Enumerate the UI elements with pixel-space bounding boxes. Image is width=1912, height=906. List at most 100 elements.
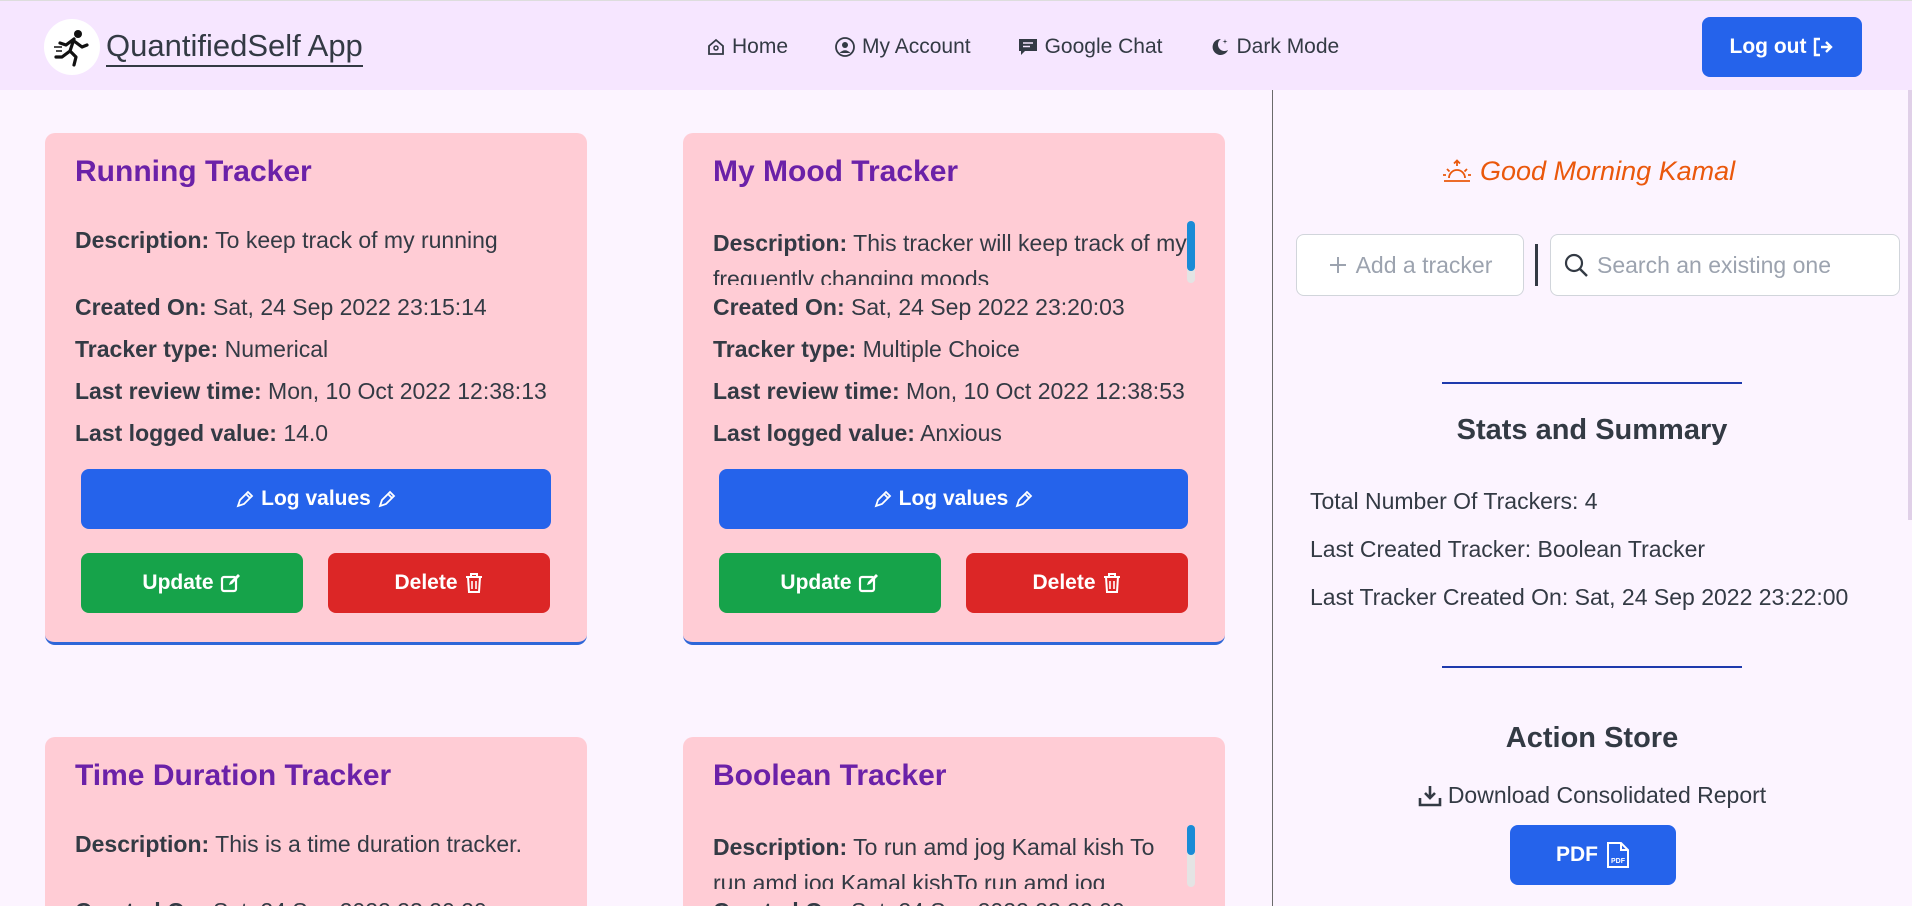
description-label: Description:	[75, 227, 210, 253]
logged-label: Last logged value:	[713, 420, 915, 446]
delete-label: Delete	[1032, 571, 1096, 594]
stats-title: Stats and Summary	[1456, 414, 1728, 446]
add-tracker-button[interactable]: Add a tracker	[1296, 234, 1524, 296]
home-icon	[708, 38, 724, 55]
tracker-card-boolean: Boolean Tracker Description: To run amd …	[683, 737, 1225, 906]
tracker-card-mood: My Mood Tracker Description: This tracke…	[683, 133, 1225, 645]
nav-home[interactable]: Home	[706, 31, 788, 63]
stat-total-trackers: Total Number Of Trackers: 4	[1310, 488, 1598, 514]
description-scrollbar[interactable]	[1187, 221, 1195, 283]
stat-last-created-tracker: Last Created Tracker: Boolean Tracker	[1310, 536, 1706, 562]
nav-google-chat[interactable]: Google Chat	[1017, 31, 1163, 63]
tracker-title[interactable]: Time Duration Tracker	[75, 759, 391, 793]
edit-icon	[220, 574, 240, 593]
description-label: Description:	[75, 831, 210, 857]
created-label: Created On:	[713, 898, 845, 906]
pen-icon	[874, 490, 891, 508]
created-label: Created On:	[713, 294, 845, 320]
tracker-card-time-duration: Time Duration Tracker Description: This …	[45, 737, 587, 906]
logged-label: Last logged value:	[75, 420, 277, 446]
delete-button[interactable]: Delete	[966, 553, 1188, 613]
delete-label: Delete	[394, 571, 458, 594]
search-input[interactable]	[1597, 251, 1897, 279]
review-label: Last review time:	[713, 378, 900, 404]
pdf-button[interactable]: PDF PDF	[1510, 825, 1676, 885]
pen-icon	[236, 490, 254, 508]
log-values-label: Log values	[261, 487, 371, 510]
moon-icon	[1212, 38, 1228, 55]
pen-icon	[1015, 490, 1033, 508]
update-button[interactable]: Update	[719, 553, 941, 613]
type-label: Tracker type:	[713, 336, 857, 362]
nav-google-chat-label: Google Chat	[1044, 35, 1163, 58]
pdf-file-icon: PDF	[1607, 842, 1629, 868]
download-icon	[1418, 785, 1442, 806]
brand[interactable]: QuantifiedSelf App	[44, 19, 363, 75]
tracker-last-logged: Last logged value: Anxious	[713, 418, 1002, 448]
created-value: Sat, 24 Sep 2022 23:20:20	[213, 898, 487, 906]
action-store-title: Action Store	[1505, 722, 1679, 754]
logout-label: Log out	[1729, 35, 1807, 58]
search-icon	[1564, 253, 1588, 277]
tracker-card-running: Running Tracker Description: To keep tra…	[45, 133, 587, 645]
logout-icon	[1814, 37, 1834, 57]
description-label: Description:	[713, 230, 848, 256]
tracker-type: Tracker type: Multiple Choice	[713, 334, 1020, 364]
tracker-last-logged: Last logged value: 14.0	[75, 418, 328, 448]
review-label: Last review time:	[75, 378, 262, 404]
nav-links: Home My Account Google Chat Dark Mode	[706, 31, 1339, 63]
tracker-created-on: Created On: Sat, 24 Sep 2022 23:20:20	[75, 896, 487, 906]
separator	[1535, 244, 1538, 286]
description-label: Description:	[713, 834, 848, 860]
review-value: Mon, 10 Oct 2022 12:38:13	[268, 378, 547, 404]
created-value: Sat, 24 Sep 2022 23:15:14	[213, 294, 487, 320]
update-label: Update	[780, 571, 852, 594]
brand-name[interactable]: QuantifiedSelf App	[106, 28, 363, 67]
svg-text:PDF: PDF	[1611, 858, 1626, 865]
tracker-title[interactable]: Running Tracker	[75, 155, 312, 189]
created-label: Created On:	[75, 898, 207, 906]
log-values-button[interactable]: Log values	[719, 469, 1188, 529]
log-values-label: Log values	[898, 487, 1009, 510]
tracker-created-on: Created On: Sat, 24 Sep 2022 23:15:14	[75, 292, 487, 322]
search-box[interactable]	[1550, 234, 1900, 296]
tracker-title[interactable]: My Mood Tracker	[713, 155, 958, 189]
greeting: Good Morning Kamal	[1442, 156, 1735, 187]
runner-logo-icon	[44, 19, 100, 75]
delete-button[interactable]: Delete	[328, 553, 550, 613]
tracker-last-review: Last review time: Mon, 10 Oct 2022 12:38…	[713, 376, 1185, 406]
tracker-description: Description: This tracker will keep trac…	[713, 225, 1193, 285]
download-report-label: Download Consolidated Report	[1447, 782, 1767, 808]
created-value: Sat, 24 Sep 2022 23:20:03	[851, 294, 1125, 320]
download-report-link[interactable]: Download Consolidated Report	[1300, 782, 1884, 809]
nav-dark-mode[interactable]: Dark Mode	[1209, 31, 1340, 63]
type-value: Multiple Choice	[862, 336, 1020, 362]
tracker-title[interactable]: Boolean Tracker	[713, 759, 946, 793]
chat-icon	[1018, 39, 1037, 55]
tracker-description: Description: To keep track of my running	[75, 225, 498, 255]
pen-icon	[378, 490, 396, 508]
sunrise-icon	[1443, 158, 1471, 182]
created-label: Created On:	[75, 294, 207, 320]
type-value: Numerical	[224, 336, 329, 362]
logged-value: Anxious	[920, 420, 1002, 446]
tracker-created-on: Created On: Sat, 24 Sep 2022 23:22:00	[713, 896, 1125, 906]
plus-icon	[1329, 257, 1346, 273]
log-values-button[interactable]: Log values	[81, 469, 551, 529]
nav-dark-mode-label: Dark Mode	[1236, 35, 1340, 58]
tracker-last-review: Last review time: Mon, 10 Oct 2022 12:38…	[75, 376, 547, 406]
divider-line	[1442, 382, 1742, 384]
nav-my-account[interactable]: My Account	[834, 31, 971, 63]
page-scrollbar[interactable]	[1908, 90, 1912, 520]
logout-button[interactable]: Log out	[1702, 17, 1862, 77]
description-value: To keep track of my running	[215, 227, 498, 253]
divider-line	[1442, 666, 1742, 668]
nav-home-label: Home	[732, 35, 789, 58]
review-value: Mon, 10 Oct 2022 12:38:53	[906, 378, 1185, 404]
update-button[interactable]: Update	[81, 553, 303, 613]
description-scrollbar[interactable]	[1187, 825, 1195, 887]
tracker-description: Description: This is a time duration tra…	[75, 829, 522, 859]
greeting-text: Good Morning Kamal	[1480, 156, 1736, 186]
stat-last-created-on: Last Tracker Created On: Sat, 24 Sep 202…	[1310, 584, 1849, 610]
add-tracker-label: Add a tracker	[1355, 251, 1493, 278]
